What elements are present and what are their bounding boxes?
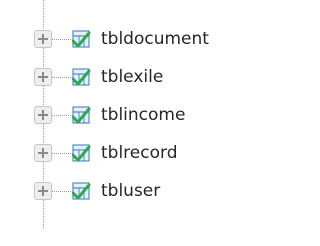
tree-item-tblrecord[interactable]: tblrecord: [0, 139, 268, 167]
tree-item-label: tbldocument: [101, 29, 209, 49]
tree-item-tblexile[interactable]: tblexile: [0, 63, 268, 91]
table-icon: [72, 30, 91, 48]
plus-expand-icon[interactable]: [34, 144, 52, 162]
table-icon: [72, 106, 91, 124]
table-icon: [72, 182, 91, 200]
tree-item-tbldocument[interactable]: tbldocument: [0, 25, 268, 53]
tree-item-label: tblexile: [101, 67, 164, 87]
tree-item-label: tbluser: [101, 181, 161, 201]
table-icon: [72, 68, 91, 86]
tree-item-tbluser[interactable]: tbluser: [0, 177, 268, 205]
plus-expand-icon[interactable]: [34, 106, 52, 124]
table-icon: [72, 144, 91, 162]
plus-expand-icon[interactable]: [34, 30, 52, 48]
table-tree: tbldocument tblexile tblincome tblrecord…: [0, 0, 268, 246]
tree-item-label: tblincome: [101, 105, 186, 125]
plus-expand-icon[interactable]: [34, 68, 52, 86]
plus-expand-icon[interactable]: [34, 182, 52, 200]
tree-item-tblincome[interactable]: tblincome: [0, 101, 268, 129]
tree-item-label: tblrecord: [101, 143, 178, 163]
